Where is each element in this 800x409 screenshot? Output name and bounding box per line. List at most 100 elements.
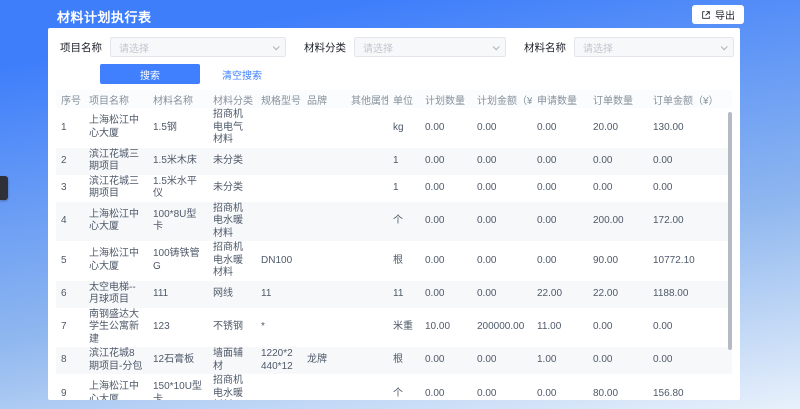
table-cell: 0.00 [420,347,472,374]
table-container: 序号项目名称材料名称材料分类规格型号品牌其他属性单位计划数量计划金额（¥）申请数… [56,90,732,400]
table-cell: 网线 [208,281,256,308]
table-cell [256,108,302,148]
export-icon [701,10,711,20]
table-cell: 0.00 [420,281,472,308]
main-card: 项目名称 请选择 材料分类 请选择 材料名称 请选择 搜索 清空搜索 序号 [48,28,740,400]
filter-material-category: 材料分类 请选择 [304,37,506,57]
table-row[interactable]: 4上海松江中心大厦100*8U型卡招商机电水暖材料个0.000.000.0020… [56,202,732,242]
table-cell: 0.00 [532,148,588,175]
table-cell: 22.00 [588,281,648,308]
table-cell: 滨江花城8期项目-分包 [84,347,148,374]
table-cell: 22.00 [532,281,588,308]
table-cell: 20.00 [588,108,648,148]
table-cell: 0.00 [648,347,732,374]
column-header: 订单金额（¥） [648,90,732,108]
table-cell: 0.00 [420,202,472,242]
project-name-select[interactable]: 请选择 [110,37,286,57]
chevron-down-icon [721,43,728,50]
filter-label: 项目名称 [60,40,102,55]
table-cell: 招商机电水暖材料 [208,202,256,242]
select-placeholder: 请选择 [583,40,613,55]
table-cell: 100*8U型卡 [148,202,208,242]
table-cell: 上海松江中心大厦 [84,241,148,281]
table-body: 1上海松江中心大厦1.5钢招商机电电气材料kg0.000.000.0020.00… [56,108,732,400]
filter-label: 材料分类 [304,40,346,55]
table-cell [346,175,388,202]
select-placeholder: 请选择 [363,40,393,55]
table-cell: 0.00 [472,374,532,400]
table-row[interactable]: 8滨江花城8期项目-分包12石膏板墙面辅材1220*2440*12龙牌根0.00… [56,347,732,374]
column-header: 订单数量 [588,90,648,108]
table-cell: 200000.00 [472,308,532,348]
table-cell: 90.00 [588,241,648,281]
table-cell: 根 [388,241,420,281]
table-cell: DN100 [256,241,302,281]
table-cell: 根 [388,347,420,374]
table-row[interactable]: 6太空电梯--月球项目111网线11110.000.0022.0022.0011… [56,281,732,308]
table-cell: 未分类 [208,175,256,202]
table-cell [302,202,346,242]
table-cell: 1 [388,148,420,175]
table-cell: 2 [56,148,84,175]
table-cell: 11 [388,281,420,308]
table-cell [256,202,302,242]
column-header: 项目名称 [84,90,148,108]
column-header: 品牌 [302,90,346,108]
table-header-row: 序号项目名称材料名称材料分类规格型号品牌其他属性单位计划数量计划金额（¥）申请数… [56,90,732,108]
table-cell: 156.80 [648,374,732,400]
table-cell: 0.00 [532,108,588,148]
chevron-down-icon [273,43,280,50]
table-cell: 0.00 [532,241,588,281]
table-cell: 龙牌 [302,347,346,374]
table-cell [302,148,346,175]
table-cell: 0.00 [648,148,732,175]
drawer-handle[interactable] [0,176,8,200]
table-cell: 0.00 [648,175,732,202]
clear-search-link[interactable]: 清空搜索 [222,67,262,82]
export-button[interactable]: 导出 [692,5,744,24]
table-cell [302,308,346,348]
filter-label: 材料名称 [524,40,566,55]
table-cell [346,374,388,400]
table-cell [346,108,388,148]
table-cell: 80.00 [588,374,648,400]
table-cell: 100铸铁管G [148,241,208,281]
action-bar: 搜索 清空搜索 [100,64,732,84]
table-cell: 0.00 [588,175,648,202]
table-cell [256,148,302,175]
column-header: 材料分类 [208,90,256,108]
table-cell: 上海松江中心大厦 [84,202,148,242]
table-row[interactable]: 5上海松江中心大厦100铸铁管G招商机电水暖材料DN100根0.000.000.… [56,241,732,281]
table-cell: 个 [388,374,420,400]
table-cell: 0.00 [532,202,588,242]
table-cell [346,347,388,374]
table-cell: 1 [388,175,420,202]
table-cell: 4 [56,202,84,242]
table-cell: 0.00 [532,175,588,202]
table-cell: 0.00 [472,108,532,148]
table-cell: 10772.10 [648,241,732,281]
chevron-down-icon [493,43,500,50]
table-cell: 0.00 [420,108,472,148]
material-category-select[interactable]: 请选择 [354,37,506,57]
table-row[interactable]: 2滨江花城三期项目1.5米木床未分类10.000.000.000.000.00 [56,148,732,175]
column-header: 其他属性 [346,90,388,108]
filter-project-name: 项目名称 请选择 [60,37,286,57]
table-cell: 11 [256,281,302,308]
column-header: 序号 [56,90,84,108]
table-cell: 0.00 [472,281,532,308]
search-button[interactable]: 搜索 [100,64,200,84]
table-cell: 墙面辅材 [208,347,256,374]
table-cell: 招商机电电气材料 [208,108,256,148]
table-cell: 6 [56,281,84,308]
table-cell: 招商机电水暖材料 [208,374,256,400]
table-cell [302,175,346,202]
table-cell: 0.00 [472,202,532,242]
table-row[interactable]: 7南钢盛达大学生公寓新建123不锈钢*米重10.00200000.0011.00… [56,308,732,348]
table-row[interactable]: 3滨江花城三期项目1.5米水平仪未分类10.000.000.000.000.00 [56,175,732,202]
material-name-select[interactable]: 请选择 [574,37,734,57]
table-cell: 0.00 [420,148,472,175]
vertical-scrollbar[interactable] [728,112,732,350]
table-row[interactable]: 9上海松江中心大厦150*10U型卡招商机电水暖材料个0.000.000.008… [56,374,732,400]
table-row[interactable]: 1上海松江中心大厦1.5钢招商机电电气材料kg0.000.000.0020.00… [56,108,732,148]
